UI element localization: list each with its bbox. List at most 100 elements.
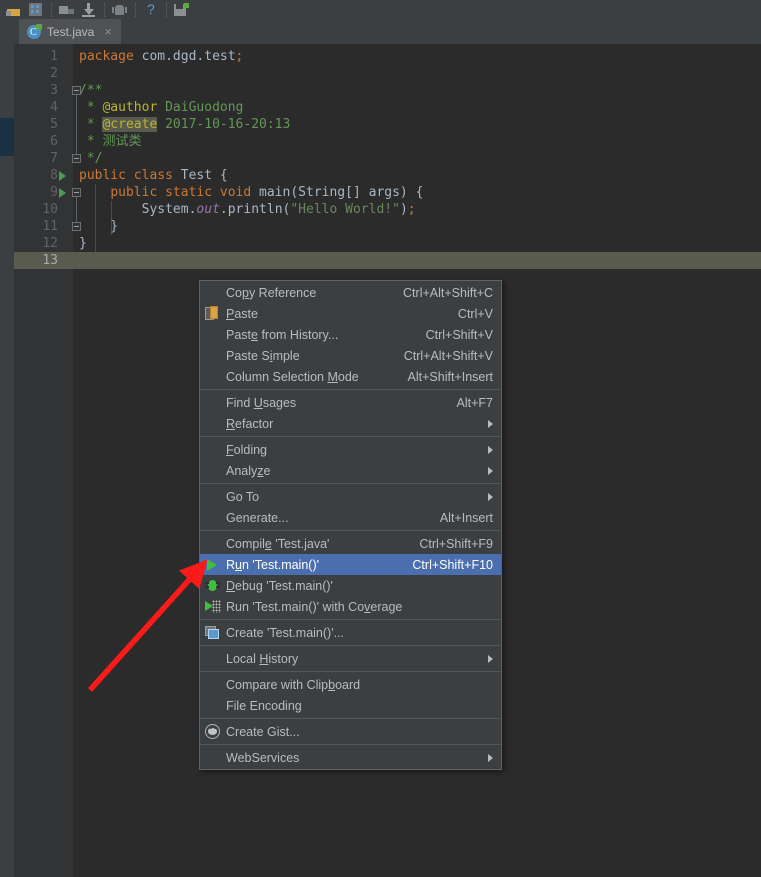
- paste-icon: [200, 303, 226, 324]
- code-line[interactable]: 8 public class Test {: [14, 167, 761, 184]
- line-number: 11: [42, 219, 58, 234]
- gutter-fold-marker[interactable]: [72, 154, 81, 163]
- menu-item-icon-slot: [200, 747, 226, 768]
- menu-item-icon-slot: [200, 324, 226, 345]
- main-toolbar: ?: [0, 0, 761, 19]
- menu-separator: [200, 530, 501, 531]
- menu-item-icon-slot: [200, 282, 226, 303]
- code-line[interactable]: 9 public static void main(String[] args)…: [14, 184, 761, 201]
- sidebar-item-structure[interactable]: [0, 19, 14, 35]
- editor-tab-test-java[interactable]: C Test.java ×: [19, 19, 121, 44]
- menu-item-icon-slot: [200, 413, 226, 434]
- download-icon[interactable]: [81, 2, 97, 18]
- code-line[interactable]: 12}: [14, 235, 761, 252]
- code-line[interactable]: 13: [14, 252, 761, 269]
- menu-item-label: Go To: [226, 489, 260, 504]
- code-line[interactable]: 4 * @author DaiGuodong: [14, 99, 761, 116]
- toolbar-separator: [51, 2, 53, 17]
- menu-item-paste[interactable]: Paste Ctrl+V: [200, 303, 501, 324]
- menu-item-run-test-main[interactable]: Run 'Test.main()' Ctrl+Shift+F10: [200, 554, 501, 575]
- android-device-icon[interactable]: [112, 2, 128, 18]
- line-number: 9: [50, 185, 58, 200]
- line-number: 4: [50, 100, 58, 115]
- code-line[interactable]: 11 }: [14, 218, 761, 235]
- menu-separator: [200, 744, 501, 745]
- menu-item-shortcut: Ctrl+Shift+F9: [419, 536, 493, 551]
- menu-item-create-test-main[interactable]: Create 'Test.main()'...: [200, 622, 501, 643]
- gutter-fold-marker[interactable]: [72, 86, 81, 95]
- code-line[interactable]: 5 * @create 2017-10-16-20:13: [14, 116, 761, 133]
- menu-item-column-selection-mode[interactable]: Column Selection Mode Alt+Shift+Insert: [200, 366, 501, 387]
- coverage-icon: [205, 600, 221, 614]
- code-line-text: System.out.println("Hello World!");: [141, 202, 416, 217]
- menu-item-analyze[interactable]: Analyze: [200, 460, 501, 481]
- sidebar-item-project[interactable]: [0, 118, 14, 156]
- menu-item-compile-test-java[interactable]: Compile 'Test.java' Ctrl+Shift+F9: [200, 533, 501, 554]
- debug-icon: [200, 575, 226, 596]
- menu-item-file-encoding[interactable]: File Encoding: [200, 695, 501, 716]
- menu-separator: [200, 671, 501, 672]
- menu-item-folding[interactable]: Folding: [200, 439, 501, 460]
- coverage-icon: [200, 596, 226, 617]
- line-number: 2: [50, 66, 58, 81]
- save-all-icon[interactable]: [174, 2, 190, 18]
- menu-item-icon-slot: [200, 695, 226, 716]
- menu-item-copy-reference[interactable]: Copy Reference Ctrl+Alt+Shift+C: [200, 282, 501, 303]
- code-line[interactable]: 6 * 测试类: [14, 133, 761, 150]
- code-line[interactable]: 3 /**: [14, 82, 761, 99]
- menu-item-find-usages[interactable]: Find Usages Alt+F7: [200, 392, 501, 413]
- editor-context-menu[interactable]: Copy Reference Ctrl+Alt+Shift+C Paste Ctrl+…: [199, 280, 502, 770]
- menu-separator: [200, 436, 501, 437]
- open-project-icon[interactable]: [6, 2, 22, 18]
- menu-item-icon-slot: [200, 674, 226, 695]
- line-number: 7: [50, 151, 58, 166]
- menu-item-shortcut: Alt+F7: [456, 395, 493, 410]
- menu-item-run-test-main-with-coverage[interactable]: Run 'Test.main()' with Coverage: [200, 596, 501, 617]
- line-number: 6: [50, 134, 58, 149]
- menu-item-create-gist[interactable]: Create Gist...: [200, 721, 501, 742]
- menu-item-label: Column Selection Mode: [226, 369, 359, 384]
- code-line[interactable]: 1 package com.dgd.test;: [14, 48, 761, 65]
- code-line[interactable]: 10 System.out.println("Hello World!");: [14, 201, 761, 218]
- menu-item-compare-with-clipboard[interactable]: Compare with Clipboard: [200, 674, 501, 695]
- menu-item-shortcut: Ctrl+Alt+Shift+C: [403, 285, 493, 300]
- sync-icon[interactable]: [59, 2, 75, 18]
- gutter-fold-marker[interactable]: [72, 222, 81, 231]
- line-number: 12: [42, 236, 58, 251]
- menu-item-label: Local History: [226, 651, 299, 666]
- gist-icon: [200, 721, 226, 742]
- code-line[interactable]: 7 */: [14, 150, 761, 167]
- menu-item-shortcut: Alt+Shift+Insert: [407, 369, 493, 384]
- menu-item-debug-test-main[interactable]: Debug 'Test.main()': [200, 575, 501, 596]
- menu-item-local-history[interactable]: Local History: [200, 648, 501, 669]
- menu-item-label: Folding: [226, 442, 268, 457]
- menu-separator: [200, 645, 501, 646]
- toolbar-separator: [166, 2, 168, 17]
- menu-item-paste-from-history[interactable]: Paste from History... Ctrl+Shift+V: [200, 324, 501, 345]
- menu-separator: [200, 389, 501, 390]
- gutter-fold-marker[interactable]: [72, 188, 81, 197]
- java-class-icon: C: [27, 23, 42, 39]
- code-line-text: }: [79, 219, 119, 234]
- menu-item-go-to[interactable]: Go To: [200, 486, 501, 507]
- code-line-text: */: [79, 151, 103, 166]
- menu-item-webservices[interactable]: WebServices: [200, 747, 501, 768]
- debug-icon: [205, 579, 220, 592]
- code-line[interactable]: 2: [14, 65, 761, 82]
- menu-item-icon-slot: [200, 648, 226, 669]
- menu-item-icon-slot: [200, 392, 226, 413]
- help-icon[interactable]: ?: [143, 1, 159, 18]
- gutter-run-marker[interactable]: [59, 188, 66, 198]
- run-icon: [207, 559, 217, 571]
- menu-item-label: Paste from History...: [226, 327, 339, 342]
- menu-item-generate[interactable]: Generate... Alt+Insert: [200, 507, 501, 528]
- code-line-text: package com.dgd.test;: [79, 49, 244, 64]
- menu-item-paste-simple[interactable]: Paste Simple Ctrl+Alt+Shift+V: [200, 345, 501, 366]
- left-tool-window-stripe: [0, 19, 15, 877]
- menu-item-refactor[interactable]: Refactor: [200, 413, 501, 434]
- gutter-run-marker[interactable]: [59, 171, 66, 181]
- code-line-text: public class Test {: [79, 168, 228, 183]
- close-icon[interactable]: ×: [104, 25, 112, 38]
- project-structure-icon[interactable]: [28, 2, 44, 18]
- menu-item-icon-slot: [200, 507, 226, 528]
